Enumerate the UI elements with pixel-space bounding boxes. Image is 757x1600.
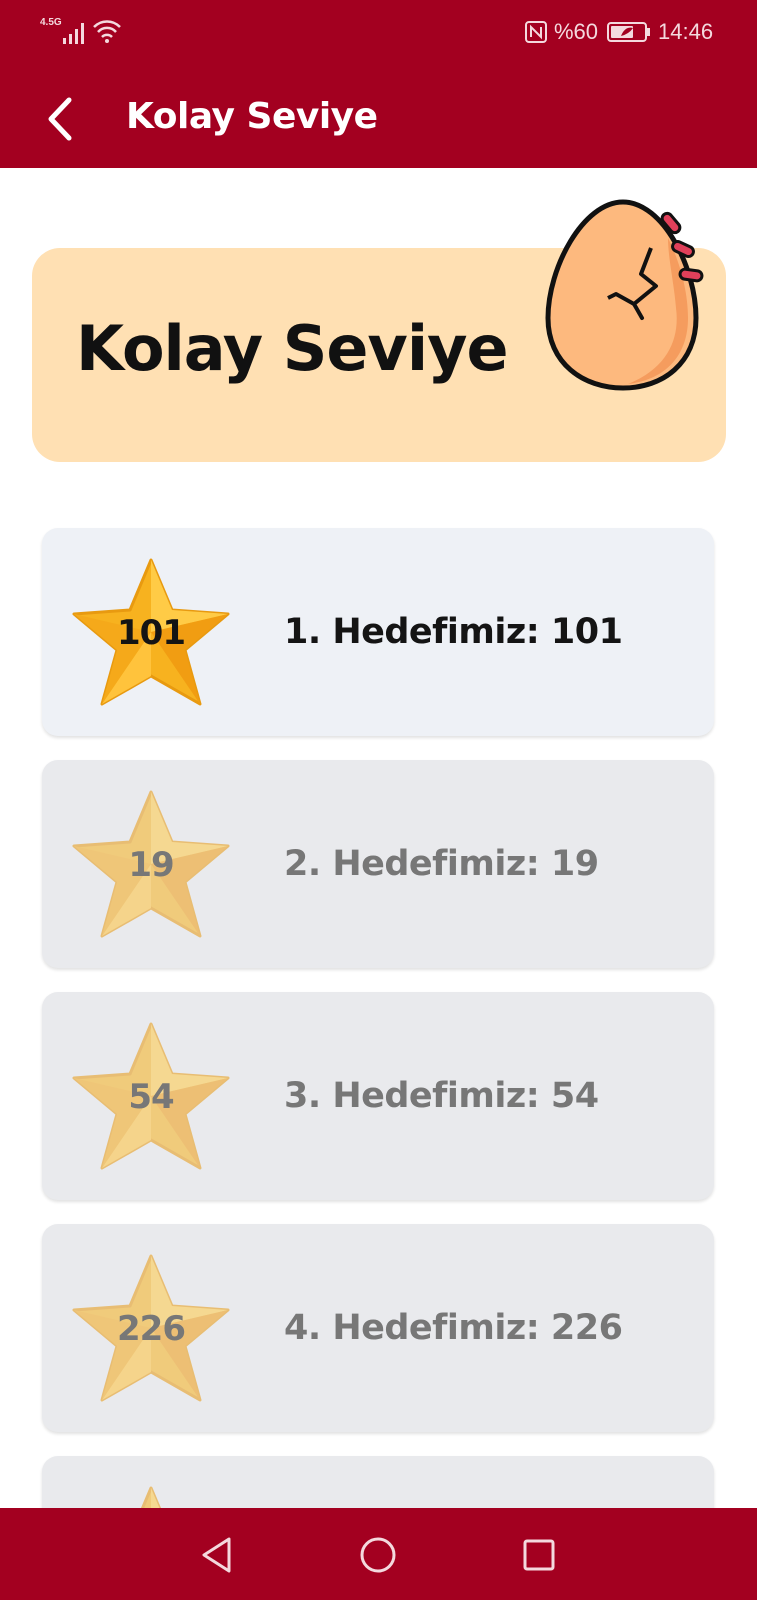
page-title: Kolay Seviye [126,96,378,137]
network-type: 4.5G [40,17,62,28]
nav-home-button[interactable] [353,1530,403,1580]
nav-recents-button[interactable] [514,1530,564,1580]
wifi-icon [93,20,121,43]
nfc-icon [525,21,547,43]
level-title: Kolay Seviye [76,312,509,385]
level-card-1[interactable]: 101 1. Hedefimiz: 101 [42,528,714,736]
level-label: 1. Hedefimiz: 101 [284,612,623,652]
status-bar: 4.5G %60 14:46 [0,0,757,70]
system-nav-bar [0,1508,757,1600]
cracked-egg-icon [545,199,704,391]
level-card-2[interactable]: 19 2. Hedefimiz: 19 [42,760,714,968]
app-bar: Kolay Seviye [0,70,757,168]
level-label: 4. Hedefimiz: 226 [284,1308,623,1348]
level-card-3[interactable]: 54 3. Hedefimiz: 54 [42,992,714,1200]
back-triangle-icon [202,1537,231,1573]
back-arrow-icon [48,97,72,141]
nav-back-button[interactable] [192,1530,242,1580]
level-card-4[interactable]: 226 4. Hedefimiz: 226 [42,1224,714,1432]
level-number: 19 [128,845,174,885]
level-number: 54 [128,1077,174,1117]
level-number: 101 [117,613,186,653]
back-button[interactable] [30,88,92,150]
home-circle-icon [360,1537,396,1573]
clock: 14:46 [658,19,714,44]
level-number: 226 [117,1309,186,1349]
recents-square-icon [523,1539,555,1571]
level-label: 3. Hedefimiz: 54 [284,1076,599,1116]
battery-icon [607,22,650,42]
battery-percentage: %60 [554,19,599,44]
signal-icon [63,23,84,44]
level-label: 2. Hedefimiz: 19 [284,844,599,884]
